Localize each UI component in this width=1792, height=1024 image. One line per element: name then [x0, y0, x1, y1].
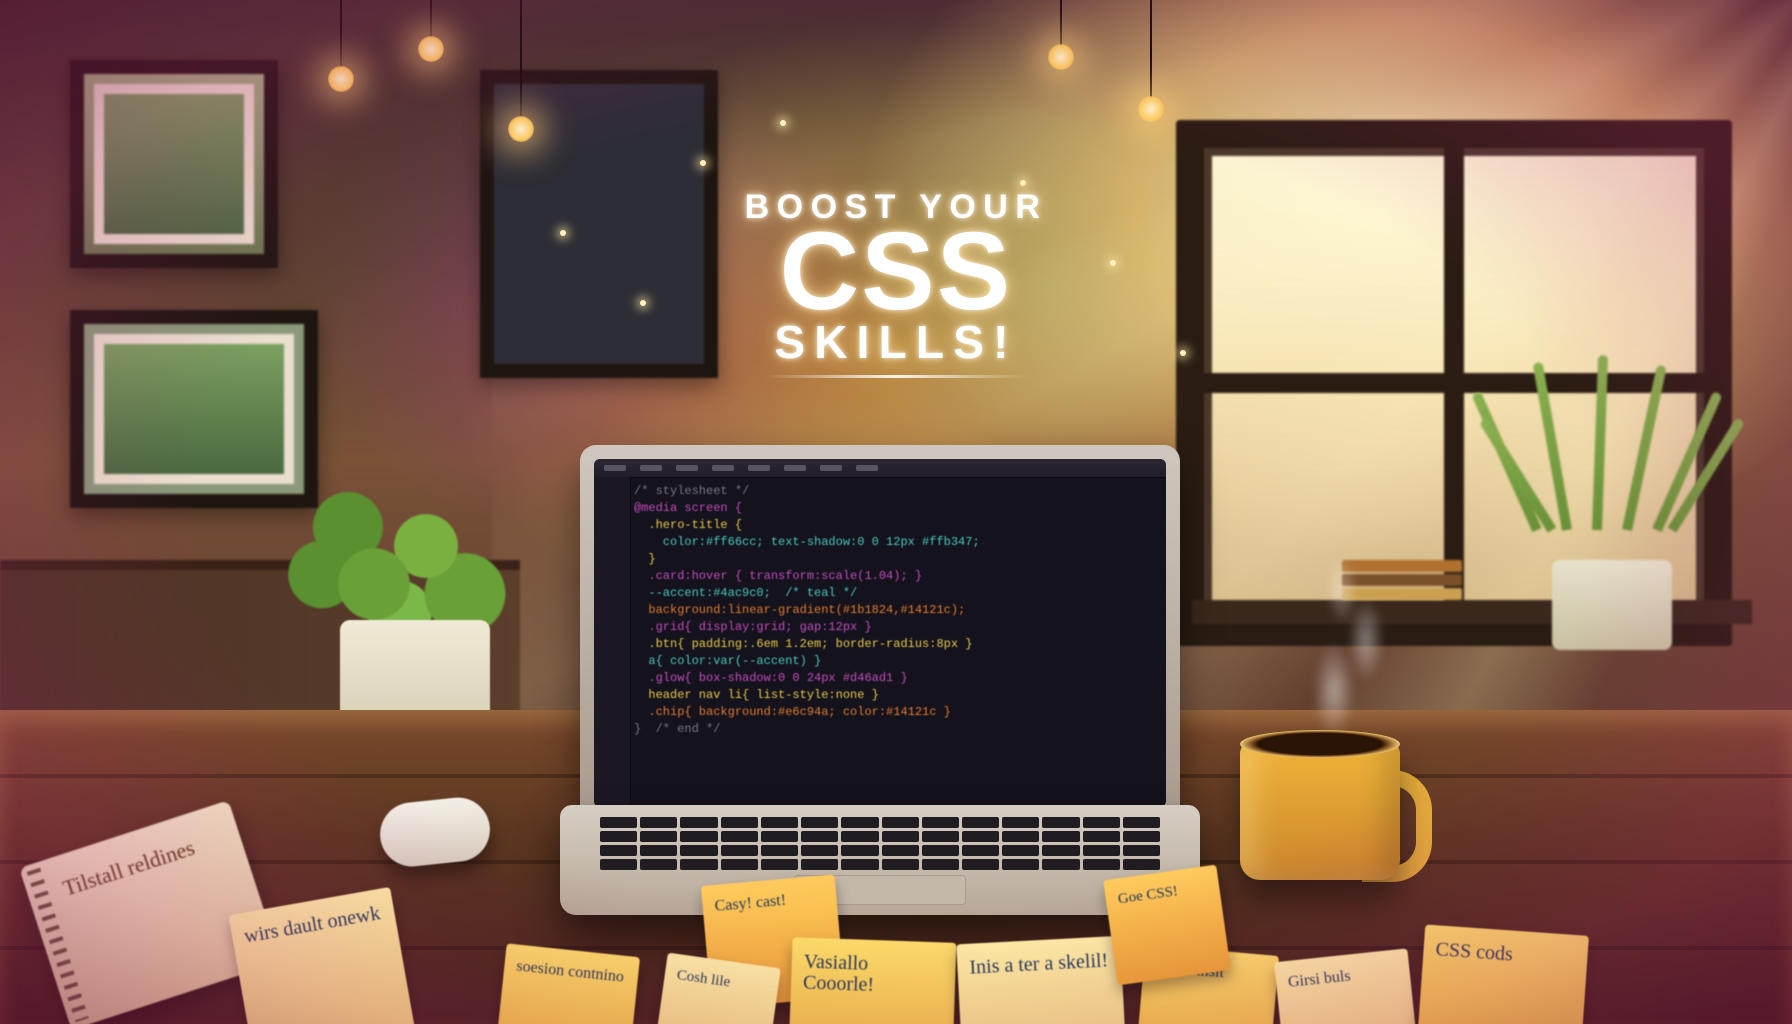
wall-frame — [70, 60, 278, 268]
note-text: soesion contnino — [516, 958, 625, 986]
sparkle-icon — [1180, 350, 1186, 356]
note-text: Vasiallo Cooorle! — [803, 951, 875, 996]
editor-code: /* stylesheet */@media screen { .hero-ti… — [634, 483, 1158, 799]
bulb-cord — [340, 0, 342, 70]
note-text: Girsi buls — [1287, 967, 1351, 990]
sparkle-icon — [1020, 180, 1026, 186]
editor-gutter — [594, 477, 631, 807]
stacked-books — [1342, 560, 1462, 604]
scene-root: BOOST YOUR CSS SKILLS! /* stylesheet */@… — [0, 0, 1792, 1024]
headline-underline — [766, 375, 1026, 378]
laptop-lid: /* stylesheet */@media screen { .hero-ti… — [580, 445, 1180, 825]
laptop: /* stylesheet */@media screen { .hero-ti… — [560, 445, 1200, 915]
headline-bot: SKILLS! — [745, 315, 1048, 369]
editor-menubar — [594, 459, 1166, 478]
bulb-cord — [430, 0, 432, 40]
note-text: CSS cods — [1435, 938, 1514, 965]
light-bulb-icon — [1138, 96, 1164, 122]
sticky-note: Vasiallo Cooorle! — [787, 937, 956, 1024]
note-text: Casy! cast! — [714, 892, 787, 915]
sticky-note: Inis a ter a skelil! — [956, 936, 1128, 1024]
sticky-note: soesion contnino — [494, 943, 640, 1024]
light-bulb-icon — [328, 66, 354, 92]
sparkle-icon — [700, 160, 706, 166]
keyboard — [600, 817, 1160, 869]
light-bulb-icon — [508, 116, 534, 142]
potted-plant — [1492, 420, 1722, 650]
sticky-note: Girsi buls — [1274, 948, 1420, 1024]
sparkle-icon — [640, 300, 646, 306]
headline-mid: CSS — [745, 222, 1048, 321]
sticky-note: Goe CSS! — [1103, 865, 1231, 986]
code-editor-screen: /* stylesheet */@media screen { .hero-ti… — [594, 459, 1166, 807]
light-bulb-icon — [418, 36, 444, 62]
sticky-note: CSS cods — [1415, 924, 1589, 1024]
light-bulb-icon — [1048, 44, 1074, 70]
bulb-cord — [520, 0, 522, 120]
coffee-mug — [1240, 700, 1430, 890]
note-text: Inis a ter a skelil! — [969, 949, 1109, 978]
laptop-base — [560, 805, 1200, 915]
sparkle-icon — [1110, 260, 1116, 266]
potted-plant — [270, 470, 530, 730]
note-text: wirs dault onewk — [242, 902, 381, 948]
note-text: Cosh lile — [676, 967, 731, 990]
headline: BOOST YOUR CSS SKILLS! — [745, 190, 1048, 378]
sparkle-icon — [560, 230, 566, 236]
bulb-cord — [1150, 0, 1152, 100]
note-text: Goe CSS! — [1117, 883, 1179, 907]
bulb-cord — [1060, 0, 1062, 48]
sparkle-icon — [780, 120, 786, 126]
